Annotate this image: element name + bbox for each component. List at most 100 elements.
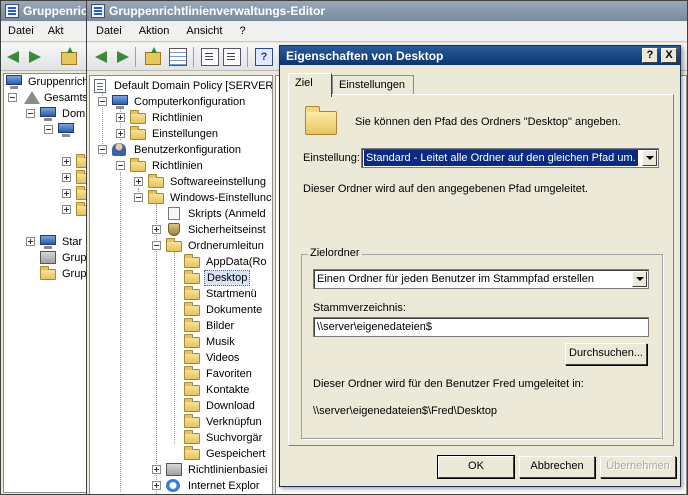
close-button[interactable]: X (661, 48, 677, 63)
browse-button[interactable]: Durchsuchen... (565, 343, 647, 365)
gpme-tree: Default Domain Policy [SERVER. Computerk… (89, 75, 273, 494)
sites-icon (40, 235, 56, 249)
expand-icon[interactable] (62, 189, 71, 198)
collapse-icon[interactable] (44, 125, 53, 134)
cancel-button[interactable]: Abbrechen (519, 456, 595, 478)
setting-description: Dieser Ordner wird auf den angegebenen P… (303, 183, 588, 195)
zielordner-label: Zielordner (308, 247, 362, 259)
folder-icon (184, 318, 200, 332)
toolbar-separator (135, 47, 136, 67)
target-select[interactable]: Einen Ordner für jeden Benutzer im Stamm… (313, 269, 649, 289)
folder-icon (148, 174, 164, 188)
apply-button[interactable]: Übernehmen (600, 456, 676, 478)
menu-aktion[interactable]: Akt (41, 22, 71, 40)
policy-doc-icon (94, 79, 106, 93)
collapse-icon[interactable] (152, 241, 161, 250)
folder-icon (184, 398, 200, 412)
expand-icon[interactable] (152, 481, 161, 490)
collapse-icon[interactable] (26, 109, 35, 118)
forward-arrow-icon[interactable] (25, 48, 43, 66)
dialog-title: Eigenschaften von Desktop (286, 49, 444, 63)
folder-icon (184, 254, 200, 268)
ok-button[interactable]: OK (437, 455, 515, 479)
dialog-titlebar[interactable]: Eigenschaften von Desktop (280, 46, 680, 65)
expand-icon[interactable] (26, 237, 35, 246)
tab-panel-ziel: Sie können den Pfad des Ordners "Desktop… (288, 94, 674, 446)
collapse-icon[interactable] (98, 97, 107, 106)
expand-icon[interactable] (152, 465, 161, 474)
qos-icon (166, 463, 182, 476)
root-path-input[interactable]: \\server\eigenedateien$ (313, 317, 649, 337)
help-icon[interactable]: ? (255, 48, 273, 66)
menu-ansicht[interactable]: Ansicht (179, 22, 229, 40)
folder-icon (184, 430, 200, 444)
tab-ziel[interactable]: Ziel (288, 73, 332, 97)
folder-icon (184, 446, 200, 460)
properties-dialog: Eigenschaften von Desktop ? X Ziel Einst… (279, 45, 681, 487)
menu-datei[interactable]: Datei (1, 22, 41, 40)
back-arrow-icon[interactable] (93, 48, 111, 66)
expand-icon[interactable] (62, 205, 71, 214)
app-icon (5, 4, 19, 18)
console-icon (6, 75, 22, 89)
expand-icon[interactable] (62, 173, 71, 182)
app-icon (91, 4, 105, 18)
computer-icon (112, 95, 128, 109)
folder-icon (184, 334, 200, 348)
domain-icon (40, 107, 56, 121)
forward-arrow-icon[interactable] (113, 48, 131, 66)
menu-aktion[interactable]: Aktion (132, 22, 177, 40)
gpme-titlebar[interactable]: Gruppenrichtlinienverwaltungs-Editor (87, 1, 687, 21)
collapse-icon[interactable] (134, 193, 143, 202)
folder-icon (130, 110, 146, 124)
export-list-icon[interactable] (223, 48, 241, 66)
collapse-icon[interactable] (8, 93, 17, 102)
folder-icon (184, 270, 200, 284)
folder-icon (184, 302, 200, 316)
gpmc-title: Gruppenrich (23, 4, 95, 18)
redirect-path: \\server\eigenedateien$\Fred\Desktop (313, 405, 498, 417)
modeling-icon (40, 251, 56, 264)
back-arrow-icon[interactable] (5, 48, 23, 66)
show-hide-tree-icon[interactable] (169, 48, 187, 66)
collapse-icon[interactable] (98, 145, 107, 154)
gpmc-tree: Gruppenrich Gesamts Dom Star Grup Grup (3, 73, 95, 493)
forest-icon (24, 91, 40, 104)
gpmc-menubar: Datei Akt (1, 22, 95, 42)
script-icon (168, 207, 180, 220)
folder-icon (184, 414, 200, 428)
menu-help[interactable]: ? (233, 22, 253, 40)
security-icon (168, 223, 180, 236)
expand-icon[interactable] (62, 157, 71, 166)
collapse-icon[interactable] (116, 161, 125, 170)
folder-icon (130, 158, 146, 172)
expand-icon[interactable] (152, 225, 161, 234)
internet-explorer-icon (166, 479, 180, 492)
folder-icon (184, 350, 200, 364)
menu-datei[interactable]: Datei (89, 22, 129, 40)
target-select-value: Einen Ordner für jeden Benutzer im Stamm… (317, 273, 594, 285)
gpmc-titlebar[interactable]: Gruppenrich (1, 1, 95, 21)
folder-icon (130, 126, 146, 140)
expand-icon[interactable] (116, 129, 125, 138)
domain-icon (58, 123, 74, 137)
folder-up-icon[interactable] (145, 47, 161, 65)
gpme-menubar: Datei Aktion Ansicht ? (87, 22, 687, 42)
properties-icon[interactable] (201, 48, 219, 66)
expand-icon[interactable] (134, 177, 143, 186)
folder-icon (305, 106, 337, 135)
background-window-gpmc: Gruppenrich Datei Akt Gruppenrich Gesamts… (0, 0, 96, 495)
root-label: Stammverzeichnis: (313, 302, 406, 314)
toolbar-separator (193, 47, 194, 67)
expand-icon[interactable] (116, 113, 125, 122)
tab-einstellungen[interactable]: Einstellungen (332, 75, 414, 95)
chevron-down-icon[interactable] (632, 271, 647, 287)
folder-icon (184, 382, 200, 396)
setting-select[interactable]: Standard - Leitet alle Ordner auf den gl… (361, 148, 659, 168)
setting-select-value: Standard - Leitet alle Ordner auf den gl… (364, 150, 638, 166)
toolbar-separator (247, 47, 248, 67)
chevron-down-icon[interactable] (642, 150, 657, 166)
folder-up-icon[interactable] (61, 47, 77, 65)
folder-icon (166, 238, 182, 252)
help-button[interactable]: ? (642, 48, 658, 63)
